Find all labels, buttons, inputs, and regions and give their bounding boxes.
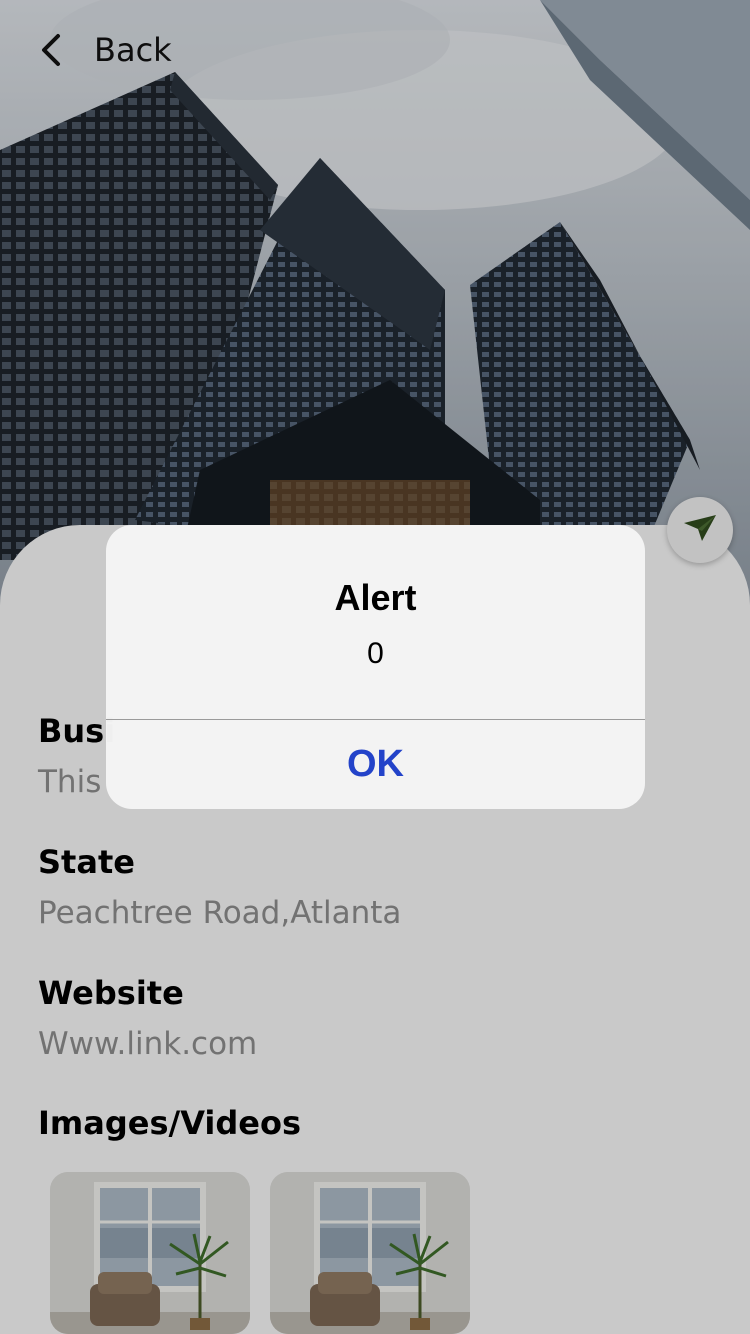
alert-title: Alert [334,577,417,618]
alert-dialog: Alert 0 OK [106,525,645,809]
ok-button[interactable]: OK [106,720,645,809]
alert-message: 0 [367,637,384,670]
